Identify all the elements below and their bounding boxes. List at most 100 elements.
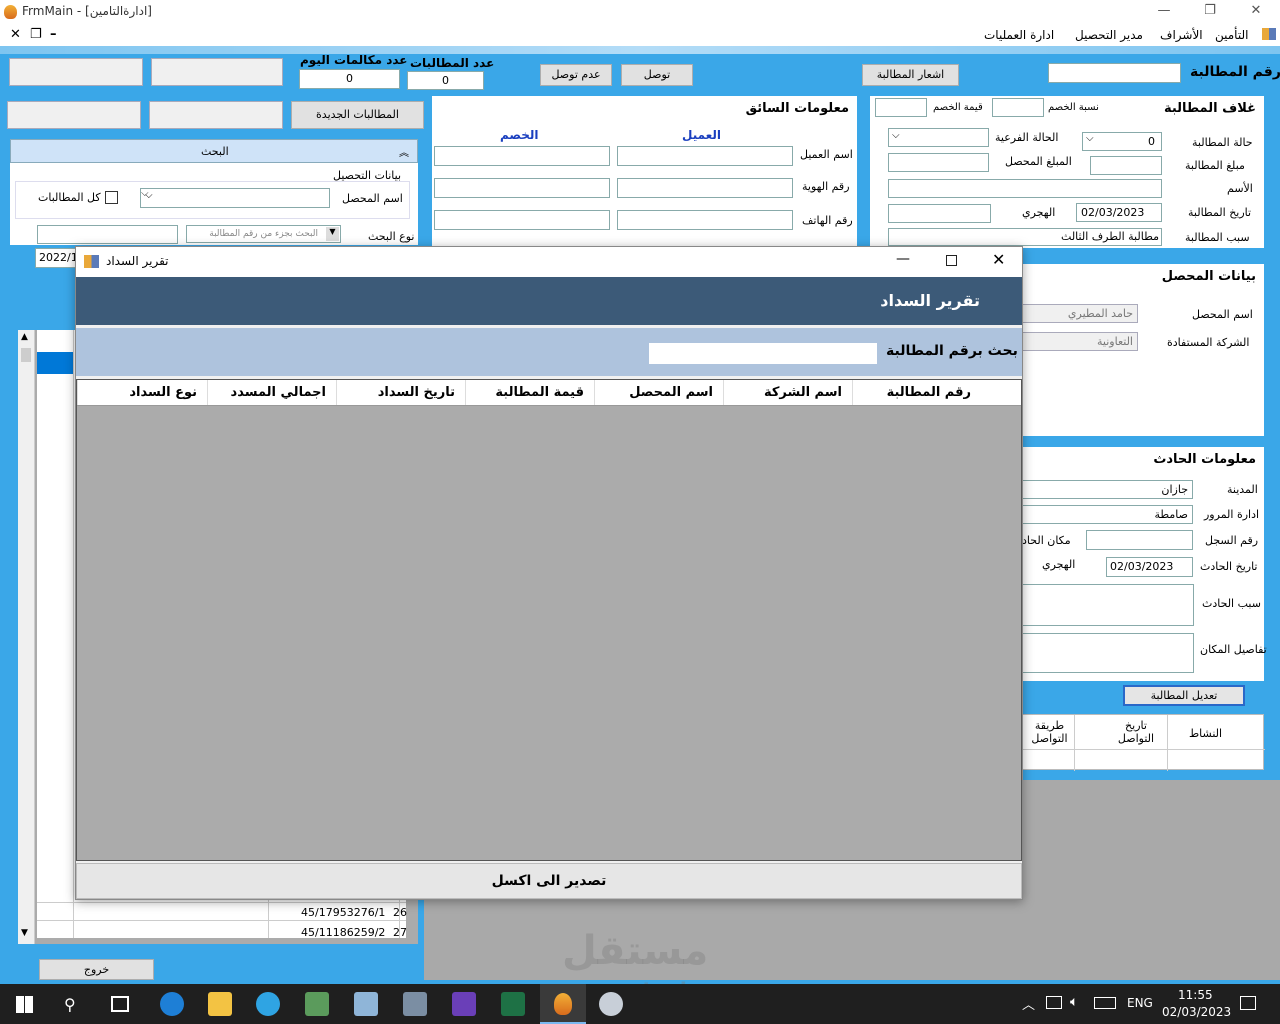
search-type-dropdown-icon[interactable]: ▼	[326, 227, 339, 241]
claim-date-picker[interactable]: 02/03/2023	[1076, 203, 1162, 222]
table-row[interactable]: 45/17953276/1 26	[37, 902, 407, 921]
claim-reason-combo[interactable]: مطالبة الطرف الثالث	[888, 228, 1162, 246]
maximize-icon[interactable]: ❐	[1187, 0, 1233, 24]
claim-status-dropdown-icon[interactable]: ⌵	[1086, 133, 1094, 144]
active-app-tab[interactable]	[540, 984, 586, 1024]
calls-today-label: عدد مكالمات اليوم	[300, 53, 408, 67]
selected-row[interactable]	[37, 352, 74, 374]
driver-info-body: العميل الخصم اسم العميل رقم الهوية رقم ا…	[432, 122, 857, 246]
calculator-icon[interactable]	[403, 992, 427, 1016]
menu-item-supervision[interactable]: الأشراف	[1160, 28, 1203, 42]
name-input[interactable]	[888, 179, 1162, 198]
search-claim-input[interactable]	[649, 343, 877, 364]
col-company-name[interactable]: اسم الشركة	[723, 380, 852, 405]
new-claims-button[interactable]: المطالبات الجديدة	[291, 101, 424, 129]
all-claims-checkbox[interactable]	[105, 191, 118, 204]
opponent-name-input[interactable]	[434, 146, 610, 166]
menu-item-operations[interactable]: ادارة العمليات	[984, 28, 1054, 42]
mdi-restore-icon[interactable]: ❐	[30, 27, 42, 42]
table-row[interactable]: 45/11186259/2 27	[37, 923, 407, 942]
row-number-cell: 27	[393, 926, 407, 939]
record-number-input[interactable]	[1086, 530, 1193, 550]
menu-item-insurance[interactable]: التأمين	[1215, 28, 1248, 42]
search-text-input[interactable]	[37, 225, 178, 244]
mdi-close-icon[interactable]: ✕	[10, 27, 21, 42]
menu-bar: ✕ ❐ – التأمين الأشراف مدير التحصيل ادارة…	[0, 24, 1280, 46]
excel-icon[interactable]	[501, 992, 525, 1016]
col-payment-type[interactable]: نوع السداد	[77, 380, 207, 405]
exit-button[interactable]: خروج	[39, 959, 154, 980]
notify-claim-button[interactable]: اشعار المطالبة	[862, 64, 959, 86]
col-claim-number[interactable]: رقم المطالبة	[852, 380, 981, 405]
beneficiary-company-value: التعاونية	[1022, 332, 1138, 351]
opponent-id-input[interactable]	[434, 178, 610, 198]
dialog-close-icon[interactable]: ✕	[992, 250, 1005, 269]
not-reached-button[interactable]: عدم توصل	[540, 64, 612, 86]
claim-number-input[interactable]	[1048, 63, 1181, 83]
clock-time[interactable]: 11:55	[1178, 988, 1213, 1002]
notifications-icon[interactable]	[1240, 996, 1256, 1010]
ie-icon[interactable]	[160, 992, 184, 1016]
claim-amount-input[interactable]	[1090, 156, 1162, 175]
client-phone-input[interactable]	[617, 210, 793, 230]
client-id-input[interactable]	[617, 178, 793, 198]
place-details-label: تفاصيل المكان	[1200, 643, 1267, 656]
col-payment-date[interactable]: تاريخ السداد	[336, 380, 465, 405]
sub-status-combo[interactable]: ⌵	[888, 128, 989, 147]
export-excel-button[interactable]: تصدير الى اكسل	[76, 863, 1022, 899]
col-claim-value[interactable]: قيمة المطالبة	[465, 380, 594, 405]
edit-claim-button[interactable]: تعديل المطالبة	[1123, 685, 1245, 706]
id-number-label: رقم الهوية	[802, 180, 850, 193]
keyboard-icon[interactable]	[1094, 997, 1116, 1009]
tray-chevron-icon[interactable]: ︿	[1022, 994, 1035, 1013]
start-icon[interactable]	[16, 996, 33, 1013]
accident-reason-input[interactable]	[1022, 584, 1194, 626]
mdi-minimize-icon[interactable]: –	[50, 27, 57, 42]
search-date-input[interactable]: 2022/1	[35, 248, 78, 268]
clock-date[interactable]: 02/03/2023	[1162, 1005, 1231, 1019]
visual-studio-icon[interactable]	[452, 992, 476, 1016]
discount-ratio-input[interactable]	[992, 98, 1044, 117]
minimize-icon[interactable]: —	[1141, 0, 1187, 24]
opponent-phone-input[interactable]	[434, 210, 610, 230]
language-indicator[interactable]: ENG	[1127, 996, 1153, 1010]
payments-grid[interactable]: رقم المطالبة اسم الشركة اسم المحصل قيمة …	[76, 379, 1022, 861]
volume-icon[interactable]: 🔈︎	[1070, 994, 1078, 1010]
collected-amount-input[interactable]	[888, 153, 989, 172]
edge-icon[interactable]	[256, 992, 280, 1016]
search-type-combo[interactable]: البحث بجزء من رقم المطالبة	[186, 225, 341, 243]
close-icon[interactable]: ✕	[1233, 0, 1279, 24]
traffic-dept-input[interactable]: صامطة	[1022, 505, 1193, 524]
network-icon[interactable]	[1046, 996, 1062, 1009]
menu-item-collection-manager[interactable]: مدير التحصيل	[1075, 28, 1143, 42]
scroll-up-icon[interactable]: ▲	[21, 332, 28, 342]
accident-date-picker[interactable]: 02/03/2023	[1106, 557, 1193, 577]
col-collector-name[interactable]: اسم المحصل	[594, 380, 723, 405]
dialog-minimize-icon[interactable]: —	[896, 251, 910, 267]
app-icon-2[interactable]	[354, 992, 378, 1016]
dialog-maximize-icon[interactable]	[946, 255, 957, 266]
search-panel-header[interactable]: البحث ︽	[10, 139, 418, 163]
paint-icon[interactable]	[599, 992, 623, 1016]
city-input[interactable]: جازان	[1022, 480, 1193, 499]
task-view-icon[interactable]	[111, 996, 129, 1012]
search-panel-title: البحث	[201, 145, 229, 158]
client-name-input[interactable]	[617, 146, 793, 166]
dialog-app-icon	[84, 255, 99, 268]
activity-table[interactable]: النشاط تاريخ التواصل طريقة التواصل	[1022, 714, 1265, 771]
claim-status-combo[interactable]: 0	[1082, 132, 1162, 151]
search-icon[interactable]: ⚲	[64, 995, 76, 1014]
file-explorer-icon[interactable]	[208, 992, 232, 1016]
col-total-paid[interactable]: اجمالي المسدد	[207, 380, 336, 405]
collapse-icon[interactable]: ︽	[399, 144, 409, 159]
accident-header: معلومات الحادث	[1022, 447, 1264, 473]
claims-grid-scrollbar[interactable]: ▲ ▼	[18, 330, 35, 944]
reached-button[interactable]: توصل	[621, 64, 693, 86]
scroll-thumb[interactable]	[21, 348, 31, 362]
sql-tool-icon[interactable]	[305, 992, 329, 1016]
scroll-down-icon[interactable]: ▼	[21, 928, 28, 938]
collector-name-combo[interactable]: ⌵	[140, 188, 330, 208]
discount-value-input[interactable]	[875, 98, 927, 117]
hijri-date-input[interactable]	[888, 204, 991, 223]
place-details-input[interactable]	[1022, 633, 1194, 673]
